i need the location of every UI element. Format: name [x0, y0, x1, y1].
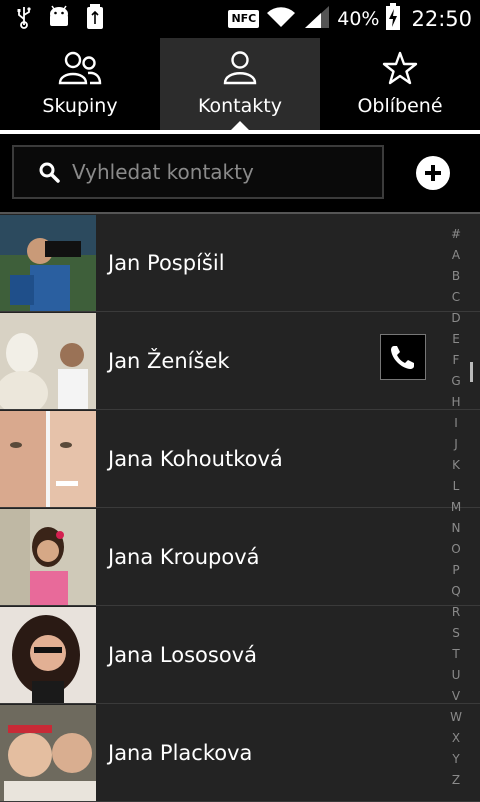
list-item[interactable]: Jana Lososová [0, 606, 480, 704]
alphabet-index-letter[interactable]: Q [444, 581, 468, 602]
alphabet-index-letter[interactable]: G [444, 371, 468, 392]
avatar [0, 606, 96, 703]
person-icon [222, 51, 258, 89]
alphabet-index-letter[interactable]: P [444, 560, 468, 581]
alphabet-index-letter[interactable]: C [444, 287, 468, 308]
list-item[interactable]: Jan Pospíšil [0, 214, 480, 312]
plus-icon [423, 163, 443, 183]
alphabet-index-letter[interactable]: E [444, 329, 468, 350]
avatar [0, 410, 96, 507]
avatar [0, 508, 96, 605]
scrollbar[interactable] [470, 362, 473, 382]
phone-icon [389, 343, 417, 371]
call-button[interactable] [380, 334, 426, 380]
alphabet-index-letter[interactable]: R [444, 602, 468, 623]
contact-list: Jan Pospíšil Jan Ženíšek Jana Kohoutková… [0, 214, 480, 802]
alphabet-index-letter[interactable]: L [444, 476, 468, 497]
alphabet-index-letter[interactable]: I [444, 413, 468, 434]
alphabet-index-letter[interactable]: V [444, 686, 468, 707]
usb-storage-icon [86, 4, 104, 34]
clock: 22:50 [411, 7, 472, 31]
tab-label: Skupiny [42, 95, 118, 117]
alphabet-index-letter[interactable]: S [444, 623, 468, 644]
avatar [0, 704, 96, 801]
avatar [0, 214, 96, 311]
groups-icon [58, 51, 102, 89]
alphabet-index-letter[interactable]: Z [444, 770, 468, 791]
search-row [0, 134, 480, 212]
tab-label: Oblíbené [357, 95, 443, 117]
tab-contacts[interactable]: Kontakty [160, 38, 320, 130]
avatar [0, 312, 96, 409]
alphabet-index-letter[interactable]: A [444, 245, 468, 266]
contact-name: Jana Lososová [108, 642, 257, 667]
usb-icon [16, 5, 32, 33]
list-item[interactable]: Jana Kohoutková [0, 410, 480, 508]
battery-charging-icon [385, 3, 401, 35]
search-input[interactable] [70, 159, 382, 185]
search-box[interactable] [12, 145, 384, 199]
contact-name: Jana Kohoutková [108, 446, 283, 471]
alphabet-index-letter[interactable]: F [444, 350, 468, 371]
alphabet-index-letter[interactable]: H [444, 392, 468, 413]
alphabet-index-letter[interactable]: B [444, 266, 468, 287]
list-item[interactable]: Jan Ženíšek [0, 312, 480, 410]
alphabet-index-letter[interactable]: U [444, 665, 468, 686]
alphabet-index-letter[interactable]: # [444, 224, 468, 245]
active-tab-indicator [231, 121, 249, 130]
list-item[interactable]: Jana Plackova [0, 704, 480, 802]
alphabet-index-letter[interactable]: D [444, 308, 468, 329]
alphabet-index-letter[interactable]: T [444, 644, 468, 665]
contact-name: Jana Kroupová [108, 544, 260, 569]
nfc-icon: NFC [228, 10, 260, 28]
star-icon [382, 51, 418, 89]
alphabet-index-letter[interactable]: W [444, 707, 468, 728]
alphabet-index-letter[interactable]: X [444, 728, 468, 749]
alphabet-index-letter[interactable]: N [444, 518, 468, 539]
tab-bar: Skupiny Kontakty Oblíbené [0, 38, 480, 130]
alphabet-index-letter[interactable]: K [444, 455, 468, 476]
alphabet-index-letter[interactable]: J [444, 434, 468, 455]
tab-label: Kontakty [198, 95, 282, 117]
wifi-icon [265, 5, 297, 33]
alphabet-index-letter[interactable]: M [444, 497, 468, 518]
add-contact-button[interactable] [416, 156, 450, 190]
tab-groups[interactable]: Skupiny [0, 38, 160, 130]
alphabet-index-letter[interactable]: Y [444, 749, 468, 770]
alphabet-index[interactable]: # A B C D E F G H I J K L M N O P Q R S T U V W X Y Z [444, 224, 468, 791]
contact-name: Jan Ženíšek [108, 348, 230, 373]
status-bar: NFC 40% 22:50 [0, 0, 480, 38]
contact-name: Jana Plackova [108, 740, 253, 765]
list-item[interactable]: Jana Kroupová [0, 508, 480, 606]
contact-name: Jan Pospíšil [108, 250, 225, 275]
battery-percent: 40% [337, 8, 380, 30]
android-debug-icon [46, 5, 72, 33]
signal-icon [303, 4, 331, 34]
search-icon [38, 161, 60, 183]
tab-favorites[interactable]: Oblíbené [320, 38, 480, 130]
alphabet-index-letter[interactable]: O [444, 539, 468, 560]
